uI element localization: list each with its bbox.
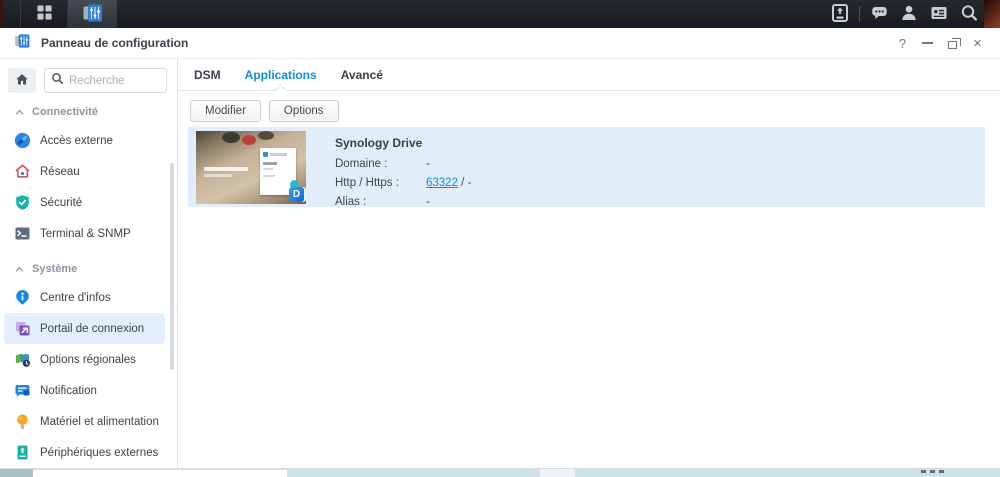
external-access-icon [14, 132, 31, 149]
user-tray-button[interactable] [894, 0, 924, 28]
regional-options-icon [14, 351, 31, 368]
tab-applications[interactable]: Applications [245, 68, 317, 90]
search-box[interactable] [44, 68, 167, 93]
external-devices-icon [14, 444, 31, 461]
chevron-up-icon [15, 262, 24, 276]
sidebar-item-centre-infos[interactable]: Centre d'infos [4, 282, 165, 313]
taskbar [0, 0, 1000, 28]
tab-dsm[interactable]: DSM [194, 68, 221, 90]
options-button[interactable]: Options [268, 100, 339, 122]
search-icon [959, 3, 979, 26]
control-panel-app-icon [82, 3, 104, 26]
tab-bar: DSM Applications Avancé [178, 59, 1000, 91]
chat-icon [869, 3, 889, 26]
app-name: Synology Drive [335, 136, 423, 150]
taskbar-control-panel-button[interactable] [68, 0, 117, 28]
section-connectivite[interactable]: Connectivité [0, 99, 177, 125]
chevron-up-icon [15, 105, 24, 119]
app-thumbnail: D [196, 131, 306, 204]
login-portal-icon [14, 320, 31, 337]
application-row-synology-drive[interactable]: D Synology Drive Domaine : - Http / Http… [188, 127, 985, 208]
modifier-button[interactable]: Modifier [190, 100, 261, 122]
hardware-power-bulb-icon [14, 413, 31, 430]
control-panel-icon [14, 33, 31, 54]
sidebar-scrollbar[interactable] [170, 163, 174, 370]
security-shield-icon [14, 194, 31, 211]
taskbar-divider [859, 6, 860, 22]
http-port-link[interactable]: 63322 [426, 177, 458, 189]
wallpaper [984, 0, 1000, 28]
desktop: Panneau de configuration ? × Recherche C… [0, 0, 1000, 477]
backup-icon [830, 3, 850, 26]
widgets-icon [929, 3, 949, 26]
alias-label: Alias : [335, 196, 367, 208]
network-icon [14, 163, 31, 180]
domain-value: - [426, 158, 430, 170]
tab-avance[interactable]: Avancé [341, 68, 383, 90]
sidebar-item-peripheriques-externes[interactable]: Périphériques externes [4, 437, 165, 468]
close-button[interactable]: × [965, 33, 990, 53]
main-menu-button[interactable] [21, 0, 68, 28]
https-port-value: / - [457, 177, 472, 189]
sidebar-item-reseau[interactable]: Réseau [4, 156, 165, 187]
window-titlebar[interactable]: Panneau de configuration ? × [0, 28, 1000, 59]
sidebar-item-portail-de-connexion[interactable]: Portail de connexion [4, 313, 165, 344]
main-menu-grid-icon [35, 3, 54, 25]
domain-label: Domaine : [335, 158, 388, 170]
http-https-label: Http / Https : [335, 177, 399, 189]
home-button[interactable] [8, 68, 36, 93]
sidebar-item-acces-externe[interactable]: Accès externe [4, 125, 165, 156]
sidebar: Connectivité Accès externe Réseau [0, 59, 178, 468]
chat-tray-button[interactable] [864, 0, 894, 28]
section-systeme[interactable]: Système [0, 256, 177, 282]
help-button[interactable]: ? [890, 33, 915, 53]
window-title: Panneau de configuration [41, 36, 189, 50]
widgets-tray-button[interactable] [924, 0, 954, 28]
restore-button[interactable] [940, 33, 965, 53]
main-panel: DSM Applications Avancé Modifier Options [178, 59, 1000, 468]
notification-icon [14, 382, 31, 399]
terminal-icon [14, 225, 31, 242]
info-center-icon [14, 289, 31, 306]
background-window-strip [0, 469, 1000, 477]
show-desktop-button[interactable] [0, 0, 21, 28]
sidebar-item-securite[interactable]: Sécurité [4, 187, 165, 218]
minimize-button[interactable] [915, 33, 940, 53]
synology-drive-logo: D [289, 187, 304, 202]
search-input[interactable] [69, 74, 160, 87]
sidebar-item-materiel-alimentation[interactable]: Matériel et alimentation [4, 406, 165, 437]
backup-tray-button[interactable] [825, 0, 855, 28]
sidebar-item-options-regionales[interactable]: Options régionales [4, 344, 165, 375]
alias-value: - [426, 196, 430, 208]
search-tray-button[interactable] [954, 0, 984, 28]
user-icon [899, 3, 919, 26]
sidebar-item-notification[interactable]: Notification [4, 375, 165, 406]
home-icon [15, 73, 29, 89]
background-text-fragment [921, 470, 947, 473]
control-panel-window: Panneau de configuration ? × Recherche C… [0, 28, 1000, 469]
toolbar: Modifier Options [178, 91, 1000, 122]
sidebar-item-terminal-snmp[interactable]: Terminal & SNMP [4, 218, 165, 249]
search-field-icon [51, 72, 64, 90]
